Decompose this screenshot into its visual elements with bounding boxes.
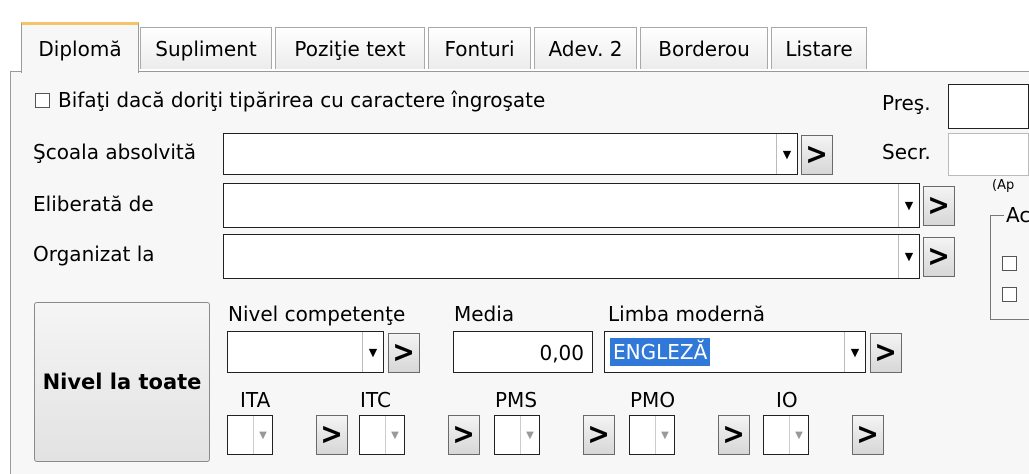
limba-value: ENGLEZĂ (610, 338, 711, 366)
pms-combobox[interactable]: ▼ (494, 415, 540, 455)
organizat-label: Organizat la (33, 242, 155, 266)
bold-print-checkbox[interactable] (35, 93, 50, 108)
group-label: Ac (1004, 203, 1029, 227)
arrow-right-icon: > (805, 137, 829, 172)
io-label: IO (776, 388, 798, 412)
pres-label: Preş. (882, 91, 931, 115)
arrow-right-icon: > (874, 335, 898, 370)
io-go-button[interactable]: > (852, 415, 884, 455)
chevron-down-icon[interactable]: ▼ (253, 416, 272, 454)
tab-pozitie-text[interactable]: Poziţie text (275, 27, 425, 69)
arrow-right-icon: > (320, 417, 344, 452)
organizat-go-button[interactable]: > (923, 237, 955, 277)
media-label: Media (454, 302, 515, 326)
tab-supliment[interactable]: Supliment (140, 27, 272, 69)
tab-strip: Diplomă Supliment Poziţie text Fonturi A… (0, 0, 1029, 73)
chevron-down-icon[interactable]: ▼ (362, 332, 383, 372)
group-checkbox-1[interactable] (1002, 256, 1017, 271)
tab-label: Diplomă (38, 37, 122, 61)
arrow-right-icon: > (587, 417, 611, 452)
organizat-combobox[interactable]: ▼ (223, 234, 920, 279)
tab-label: Poziţie text (294, 36, 406, 61)
chevron-down-icon[interactable]: ▼ (776, 134, 797, 174)
tab-label: Supliment (155, 36, 257, 61)
tab-label: Borderou (658, 36, 750, 61)
chevron-down-icon[interactable]: ▼ (844, 332, 865, 372)
eliberata-combobox[interactable]: ▼ (223, 183, 920, 228)
tab-listare[interactable]: Listare (771, 27, 867, 69)
arrow-right-icon: > (452, 417, 476, 452)
chevron-down-icon[interactable]: ▼ (385, 416, 404, 454)
group-checkbox-2[interactable] (1002, 287, 1017, 302)
pmo-label: PMO (630, 388, 676, 412)
nivel-la-toate-button[interactable]: Nivel la toate (34, 302, 210, 462)
arrow-right-icon: > (392, 335, 416, 370)
pms-go-button[interactable]: > (583, 415, 615, 455)
tab-diploma[interactable]: Diplomă (21, 22, 139, 73)
chevron-down-icon[interactable]: ▼ (655, 416, 674, 454)
nivel-competente-combobox[interactable]: ▼ (227, 331, 384, 373)
ita-label: ITA (240, 388, 271, 412)
media-input[interactable]: 0,00 (453, 331, 593, 373)
limba-label: Limba modernă (608, 302, 766, 326)
arrow-right-icon: > (722, 417, 746, 452)
tab-label: Fonturi (444, 36, 515, 61)
tab-label: Adev. 2 (548, 36, 623, 61)
tab-fonturi[interactable]: Fonturi (428, 27, 531, 69)
bold-print-label: Bifaţi dacă doriţi tipărirea cu caracter… (58, 88, 546, 112)
chevron-down-icon[interactable]: ▼ (789, 416, 808, 454)
secr-input[interactable] (948, 133, 1029, 176)
scoala-combobox[interactable]: ▼ (223, 133, 798, 175)
chevron-down-icon[interactable]: ▼ (898, 235, 919, 278)
eliberata-label: Eliberată de (33, 192, 154, 216)
secr-label: Secr. (882, 140, 931, 164)
arrow-right-icon: > (927, 239, 951, 274)
nivel-la-toate-label: Nivel la toate (42, 370, 202, 394)
pmo-combobox[interactable]: ▼ (629, 415, 675, 455)
ita-combobox[interactable]: ▼ (227, 415, 273, 455)
pms-label: PMS (495, 388, 538, 412)
ita-go-button[interactable]: > (316, 415, 348, 455)
eliberata-go-button[interactable]: > (923, 186, 955, 226)
io-combobox[interactable]: ▼ (763, 415, 809, 455)
chevron-down-icon[interactable]: ▼ (520, 416, 539, 454)
media-value: 0,00 (539, 341, 584, 365)
tab-label: Listare (785, 36, 853, 61)
ap-note: (Ap (992, 178, 1015, 193)
nivel-competente-label: Nivel competenţe (228, 302, 406, 326)
tab-adev-2[interactable]: Adev. 2 (534, 27, 637, 69)
arrow-right-icon: > (856, 417, 880, 452)
scoala-label: Şcoala absolvită (33, 140, 197, 164)
pmo-go-button[interactable]: > (718, 415, 750, 455)
arrow-right-icon: > (927, 188, 951, 223)
limba-combobox[interactable]: ENGLEZĂ ▼ (604, 331, 866, 373)
scoala-go-button[interactable]: > (801, 135, 833, 175)
itc-label: ITC (360, 388, 391, 412)
chevron-down-icon[interactable]: ▼ (898, 184, 919, 227)
limba-go-button[interactable]: > (870, 333, 902, 373)
nivel-competente-go-button[interactable]: > (388, 333, 420, 373)
itc-combobox[interactable]: ▼ (359, 415, 405, 455)
itc-go-button[interactable]: > (448, 415, 480, 455)
tab-borderou[interactable]: Borderou (640, 27, 768, 69)
pres-input[interactable] (948, 84, 1029, 129)
